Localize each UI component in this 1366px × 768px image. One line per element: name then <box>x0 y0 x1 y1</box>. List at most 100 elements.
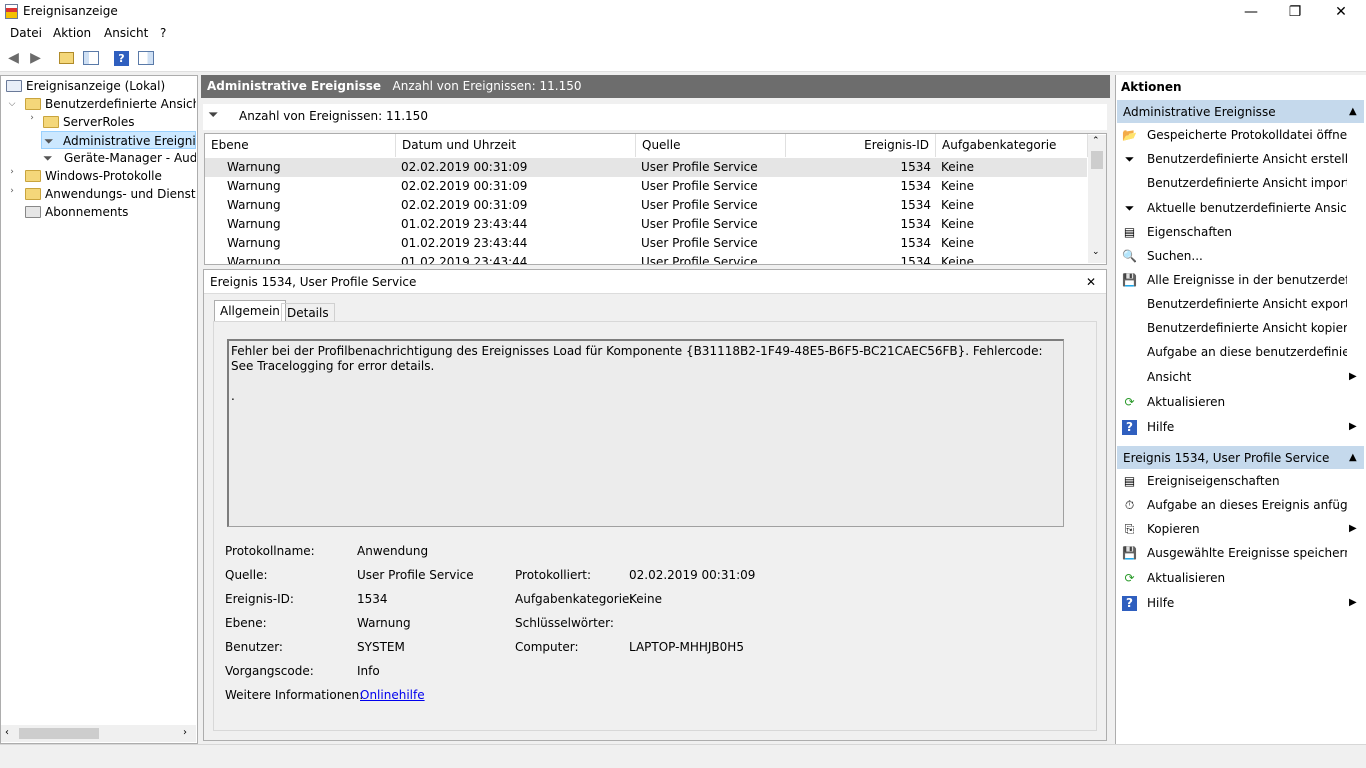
collapse-icon[interactable]: ▲ <box>1349 100 1357 124</box>
action-item[interactable]: Ausgewählte Ereignisse speichern... <box>1147 546 1347 560</box>
label-logged: Protokolliert: <box>515 568 592 582</box>
actions-section-admin-events[interactable]: Administrative Ereignisse ▲ <box>1117 99 1364 123</box>
table-row[interactable]: Warnung 02.02.2019 00:31:09 User Profile S… <box>205 196 1087 215</box>
event-viewer-node-icon <box>6 80 22 92</box>
tree-custom-views[interactable]: Benutzerdefinierte Ansichten <box>25 95 196 113</box>
maximize-button[interactable]: ❐ <box>1272 0 1318 24</box>
cell-source: User Profile Service <box>641 179 758 193</box>
scroll-thumb[interactable] <box>19 728 99 739</box>
label-log-name: Protokollname: <box>225 544 315 558</box>
table-row[interactable]: Warnung 02.02.2019 00:31:09 User Profile S… <box>205 177 1087 196</box>
close-button[interactable]: ✕ <box>1318 0 1364 24</box>
forward-icon[interactable]: ▶ <box>26 49 45 67</box>
menu-ansicht[interactable]: Ansicht <box>104 26 148 40</box>
scroll-thumb[interactable] <box>1091 151 1103 169</box>
attach-task-icon: ⏱ <box>1124 498 1135 512</box>
close-detail-icon[interactable]: ✕ <box>1086 270 1096 294</box>
action-item[interactable]: Kopieren <box>1147 522 1347 536</box>
col-header-datetime[interactable]: Datum und Uhrzeit <box>396 134 636 157</box>
action-item[interactable]: Benutzerdefinierte Ansicht kopieren... <box>1147 321 1347 335</box>
tree-windows-logs[interactable]: Windows-Protokolle <box>25 167 162 185</box>
folder-icon <box>25 98 41 110</box>
actions-section-event[interactable]: Ereignis 1534, User Profile Service ▲ <box>1117 445 1364 469</box>
scroll-left-icon[interactable]: ‹ <box>5 727 9 738</box>
cell-datetime: 01.02.2019 23:43:44 <box>401 236 528 250</box>
status-bar <box>0 744 1366 768</box>
menu-aktion[interactable]: Aktion <box>53 26 91 40</box>
collapsed-chevron-icon[interactable]: › <box>27 113 37 123</box>
action-item[interactable]: Aktuelle benutzerdefinierte Ansicht... <box>1147 201 1347 215</box>
tree-admin-events[interactable]: ⏷Administrative Ereignisse <box>41 131 196 149</box>
tab-details[interactable]: Details <box>281 303 335 322</box>
action-item[interactable]: Ansicht <box>1147 370 1347 384</box>
table-vertical-scrollbar[interactable]: ⌃ ⌄ <box>1088 135 1106 263</box>
help-icon[interactable]: ? <box>112 49 131 67</box>
filter-icon: ⏷ <box>44 134 54 148</box>
scroll-down-icon[interactable]: ⌄ <box>1092 247 1100 257</box>
show-hide-action-pane-icon[interactable] <box>136 49 155 67</box>
cell-datetime: 02.02.2019 00:31:09 <box>401 198 528 212</box>
save-events-icon: 💾 <box>1122 546 1137 560</box>
submenu-arrow-icon: ▶ <box>1349 597 1357 608</box>
action-item[interactable]: Benutzerdefinierte Ansicht exportieren..… <box>1147 297 1347 311</box>
collapsed-chevron-icon[interactable]: › <box>7 167 17 177</box>
col-header-task-category[interactable]: Aufgabenkategorie <box>936 134 1088 157</box>
scroll-right-icon[interactable]: › <box>183 727 187 738</box>
col-header-level[interactable]: Ebene <box>205 134 396 157</box>
tree-app-service-logs[interactable]: Anwendungs- und Dienstprotokolle <box>25 185 196 203</box>
show-hide-tree-icon[interactable] <box>81 49 100 67</box>
table-row[interactable]: Warnung 02.02.2019 00:31:09 User Profile S… <box>205 158 1087 177</box>
up-folder-icon[interactable] <box>57 49 76 67</box>
window-title: Ereignisanzeige <box>23 4 118 18</box>
action-item[interactable]: Eigenschaften <box>1147 225 1347 239</box>
tree-device-manager[interactable]: ⏷ Geräte-Manager - Audio <box>43 149 196 167</box>
submenu-arrow-icon: ▶ <box>1349 371 1357 382</box>
col-header-source[interactable]: Quelle <box>636 134 786 157</box>
filter-bar: ⏷ Anzahl von Ereignissen: 11.150 <box>203 104 1107 130</box>
action-item[interactable]: Gespeicherte Protokolldatei öffnen... <box>1147 128 1347 142</box>
table-row[interactable]: Warnung 01.02.2019 23:43:44 User Profile S… <box>205 234 1087 253</box>
expand-chevron-icon[interactable]: ⌵ <box>7 99 17 109</box>
back-icon[interactable]: ◀ <box>4 49 23 67</box>
action-item[interactable]: Benutzerdefinierte Ansicht importieren..… <box>1147 176 1347 190</box>
cell-level: Warnung <box>227 160 281 174</box>
tree-subscriptions[interactable]: Abonnements <box>25 203 128 221</box>
action-item[interactable]: Suchen... <box>1147 249 1347 263</box>
action-item[interactable]: Hilfe <box>1147 420 1347 434</box>
scroll-up-icon[interactable]: ⌃ <box>1092 136 1100 146</box>
cell-level: Warnung <box>227 179 281 193</box>
action-item[interactable]: Aktualisieren <box>1147 395 1347 409</box>
subscriptions-icon <box>25 206 41 218</box>
action-item[interactable]: Ereigniseigenschaften <box>1147 474 1347 488</box>
cell-task-category: Keine <box>941 217 974 231</box>
label-opcode: Vorgangscode: <box>225 664 314 678</box>
value-opcode: Info <box>357 664 380 678</box>
action-item[interactable]: Hilfe <box>1147 596 1347 610</box>
action-item[interactable]: Alle Ereignisse in der benutzerdefiniert… <box>1147 273 1347 287</box>
action-item[interactable]: Aufgabe an dieses Ereignis anfügen... <box>1147 498 1347 512</box>
save-icon: 💾 <box>1122 273 1137 287</box>
actions-title: Aktionen <box>1121 80 1182 94</box>
tree-horizontal-scrollbar[interactable]: ‹ › <box>1 725 196 742</box>
menu-help[interactable]: ? <box>160 26 166 40</box>
label-source: Quelle: <box>225 568 268 582</box>
col-header-event-id[interactable]: Ereignis-ID <box>786 134 936 157</box>
menu-datei[interactable]: Datei <box>10 26 42 40</box>
action-item[interactable]: Benutzerdefinierte Ansicht erstellen... <box>1147 152 1347 166</box>
event-description[interactable]: Fehler bei der Profilbenachrichtigung de… <box>227 339 1064 527</box>
action-item[interactable]: Aktualisieren <box>1147 571 1347 585</box>
tab-allgemein[interactable]: Allgemein <box>214 300 286 322</box>
table-row[interactable]: Warnung 01.02.2019 23:43:44 User Profile S… <box>205 253 1087 264</box>
tree-server-roles[interactable]: ServerRoles <box>43 113 134 131</box>
table-row[interactable]: Warnung 01.02.2019 23:43:44 User Profile S… <box>205 215 1087 234</box>
online-help-link[interactable]: Onlinehilfe <box>360 688 425 702</box>
events-table: Ebene Datum und Uhrzeit Quelle Ereignis-… <box>204 133 1107 265</box>
collapse-icon[interactable]: ▲ <box>1349 446 1357 470</box>
cell-datetime: 01.02.2019 23:43:44 <box>401 217 528 231</box>
label-keywords: Schlüsselwörter: <box>515 616 614 630</box>
tree-root[interactable]: Ereignisanzeige (Lokal) <box>6 77 165 95</box>
action-item[interactable]: Aufgabe an diese benutzerdefinierte... <box>1147 345 1347 359</box>
collapsed-chevron-icon[interactable]: › <box>7 186 17 196</box>
minimize-button[interactable]: — <box>1228 0 1274 24</box>
help-icon: ? <box>1122 596 1137 611</box>
